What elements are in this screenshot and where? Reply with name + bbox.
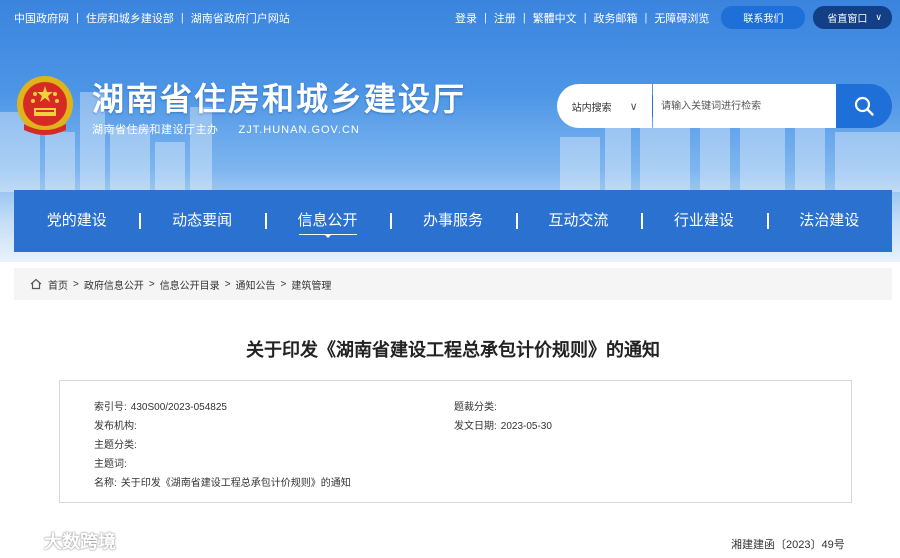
meta-category: 题裁分类: [454,398,501,413]
site-domain: ZJT.HUNAN.GOV.CN [238,124,360,136]
meta-date: 发文日期: 2023-05-30 [454,417,552,432]
meta-keywords-label: 主题词: [94,459,127,470]
nav-item-label: 法治建设 [799,212,860,229]
nav-item-services[interactable]: 办事服务 [390,190,515,252]
breadcrumb-gov-info[interactable]: 政府信息公开 [84,277,144,292]
search-button[interactable] [835,84,892,128]
window-dropdown-label: 省直窗口 [827,14,868,25]
breadcrumb-info-catalog[interactable]: 信息公开目录 [160,277,220,292]
nav-item-label: 行业建设 [673,212,734,229]
meta-topic-label: 主题分类: [94,440,137,451]
nav-item-label: 党的建设 [46,212,107,229]
search-scope-dropdown[interactable]: 站内搜索 ∨ [557,84,653,128]
chevron-down-icon: ∨ [629,100,638,113]
meta-topic: 主题分类: [94,436,141,451]
document-number: 湘建建函〔2023〕49号 [731,539,845,551]
nav-item-label: 动态要闻 [172,212,233,229]
divider: | [483,11,487,24]
breadcrumb-notices[interactable]: 通知公告 [236,277,276,292]
link-mohurd[interactable]: 住房和城乡建设部 [86,10,174,26]
search-input[interactable] [653,84,836,128]
meta-name-label: 名称: [94,478,117,489]
divider: | [583,11,587,24]
meta-publisher-label: 发布机构: [94,421,137,432]
home-icon[interactable] [30,278,42,290]
search-scope-label: 站内搜索 [571,102,612,114]
top-right-links: 登录 | 注册 | 繁體中文 | 政务邮箱 | 无障碍浏览 联系我们 省直窗口 … [455,6,892,29]
meta-keywords: 主题词: [94,455,131,470]
link-hunan-portal[interactable]: 湖南省政府门户网站 [191,10,290,26]
meta-index-value: 430S00/2023-054825 [130,402,227,413]
watermark-text: 大数跨境 [44,532,116,552]
breadcrumb-separator: > [148,278,155,290]
link-gov-portal[interactable]: 中国政府网 [14,10,69,26]
divider: | [76,12,79,24]
active-indicator-icon [324,235,331,238]
accessibility-link[interactable]: 无障碍浏览 [654,10,709,26]
window-dropdown[interactable]: 省直窗口 ∨ [813,6,892,29]
breadcrumb-separator: > [73,278,79,290]
meta-index-label: 索引号: [94,402,127,413]
nav-item-party-building[interactable]: 党的建设 [14,190,139,252]
meta-category-label: 题裁分类: [454,402,497,413]
nav-item-info-disclosure[interactable]: 信息公开 [264,190,390,252]
site-subtitle: 湖南省住房和建设厅主办 ZJT.HUNAN.GOV.CN [92,121,360,137]
nav-item-interaction[interactable]: 互动交流 [515,190,641,252]
breadcrumb: 首页 > 政府信息公开 > 信息公开目录 > 通知公告 > 建筑管理 [14,268,892,300]
login-link[interactable]: 登录 [455,10,477,26]
nav-item-label: 互动交流 [548,212,609,229]
divider: | [180,12,184,24]
divider: | [644,11,648,24]
search-bar: 站内搜索 ∨ [557,84,892,128]
watermark: 大数跨境 [6,528,116,554]
main-nav: 党的建设 动态要闻 信息公开 办事服务 互动交流 行业建设 法治建设 [14,190,892,252]
top-left-links: 中国政府网 | 住房和城乡建设部 | 湖南省政府门户网站 [14,10,290,26]
breadcrumb-home[interactable]: 首页 [48,277,68,292]
register-link[interactable]: 注册 [494,10,516,26]
traditional-chinese-link[interactable]: 繁體中文 [533,10,577,26]
nav-item-rule-of-law[interactable]: 法治建设 [766,190,892,252]
breadcrumb-separator: > [224,278,231,290]
watermark-logo-icon [7,532,35,550]
divider: | [522,11,526,24]
site-sponsor: 湖南省住房和建设厅主办 [92,124,219,136]
chevron-down-icon: ∨ [875,12,882,22]
national-emblem-logo [17,76,73,135]
meta-date-value: 2023-05-30 [500,421,552,432]
meta-name: 名称: 关于印发《湖南省建设工程总承包计价规则》的通知 [94,474,351,489]
breadcrumb-construction[interactable]: 建筑管理 [291,277,331,292]
nav-item-label: 信息公开 [297,212,358,229]
meta-publisher: 发布机构: [94,417,141,432]
document-title: 关于印发《湖南省建设工程总承包计价规则》的通知 [246,340,660,360]
nav-item-label: 办事服务 [422,212,483,229]
search-icon [854,96,874,116]
meta-date-label: 发文日期: [454,421,497,432]
meta-name-value: 关于印发《湖南省建设工程总承包计价规则》的通知 [120,478,351,489]
contact-button[interactable]: 联系我们 [721,6,806,29]
nav-item-news[interactable]: 动态要闻 [139,190,264,252]
nav-item-industry[interactable]: 行业建设 [641,190,766,252]
site-title: 湖南省住房和城乡建设厅 [92,81,467,117]
breadcrumb-separator: > [280,278,287,290]
document-meta-box: 索引号: 430S00/2023-054825 题裁分类: 发布机构: 发文日期:… [59,380,852,503]
meta-index: 索引号: 430S00/2023-054825 [94,398,227,413]
gov-mail-link[interactable]: 政务邮箱 [594,10,638,26]
